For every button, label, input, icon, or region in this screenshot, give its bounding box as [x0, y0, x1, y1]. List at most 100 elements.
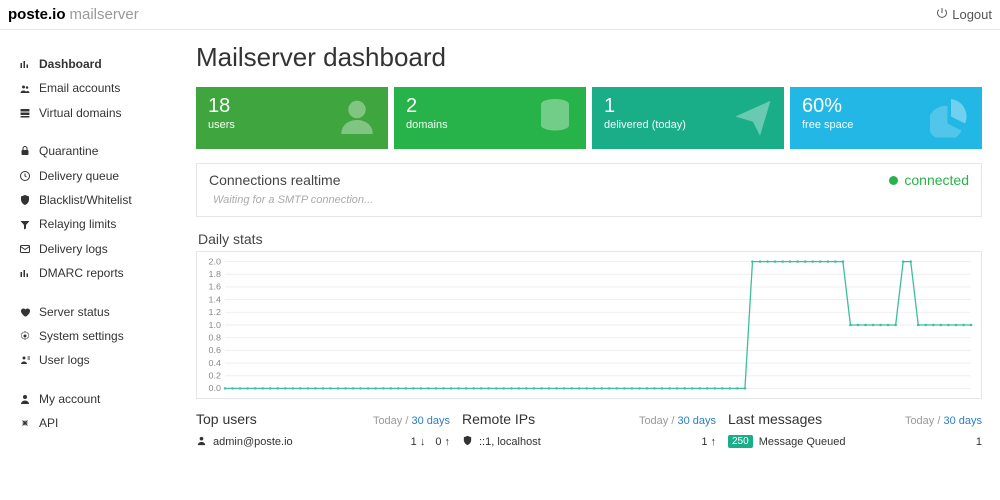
last-messages-30days-link[interactable]: 30 days [943, 415, 982, 427]
sidebar-item-label: Delivery queue [39, 169, 119, 183]
remote-ips-col: Remote IPs Today / 30 days ::1, localhos… [462, 411, 716, 449]
stat-tile-delivered-today-[interactable]: 1delivered (today) [592, 87, 784, 149]
sidebar-item-email-accounts[interactable]: Email accounts [0, 76, 190, 100]
bars-icon [18, 267, 31, 279]
last-messages-title: Last messages [728, 411, 822, 427]
brand-secondary: mailserver [70, 6, 139, 23]
svg-text:0.2: 0.2 [209, 371, 222, 381]
last-messages-col: Last messages Today / 30 days 250 Messag… [728, 411, 982, 449]
filter-icon [18, 219, 31, 231]
last-messages-range: Today / 30 days [905, 415, 982, 427]
brand-primary: poste.io [8, 6, 66, 23]
sidebar-item-label: Dashboard [39, 57, 102, 71]
envelope-icon [18, 243, 31, 255]
last-messages-text: Message Queued [759, 436, 846, 448]
tile-icon [336, 96, 378, 141]
users-icon [18, 83, 31, 95]
svg-text:1.6: 1.6 [209, 282, 222, 292]
bottom-columns: Top users Today / 30 days admin@poste.io… [196, 411, 982, 449]
sidebar-item-label: DMARC reports [39, 266, 124, 280]
svg-text:2.0: 2.0 [209, 257, 222, 267]
sidebar-item-label: Delivery logs [39, 242, 108, 256]
sidebar-item-label: Server status [39, 305, 110, 319]
svg-text:0.4: 0.4 [209, 358, 222, 368]
logout-link[interactable]: Logout [936, 7, 992, 22]
api-icon [18, 417, 31, 429]
top-users-title: Top users [196, 411, 257, 427]
arrow-up-icon: ↑ [711, 436, 717, 448]
bars-icon [18, 58, 31, 70]
logout-label: Logout [952, 7, 992, 22]
shield-icon [18, 194, 31, 206]
realtime-panel: Connections realtime connected Waiting f… [196, 163, 982, 217]
sidebar-item-label: Blacklist/Whitelist [39, 193, 132, 207]
sidebar: Dashboard Email accounts Virtual domains Qu… [0, 30, 190, 500]
sidebar-item-label: My account [39, 392, 100, 406]
stat-tiles: 18users2domains1delivered (today)60%free… [196, 87, 982, 149]
sidebar-item-quarantine[interactable]: Quarantine [0, 139, 190, 163]
svg-text:1.0: 1.0 [209, 320, 222, 330]
sidebar-item-label: User logs [39, 353, 90, 367]
stat-tile-domains[interactable]: 2domains [394, 87, 586, 149]
shield-icon [462, 435, 473, 449]
brand: poste.io mailserver [8, 6, 139, 23]
sidebar-item-virtual-domains[interactable]: Virtual domains [0, 101, 190, 125]
sidebar-item-server-status[interactable]: Server status [0, 300, 190, 324]
svg-text:1.8: 1.8 [209, 269, 222, 279]
server-icon [18, 107, 31, 119]
user-icon [18, 393, 31, 405]
top-users-col: Top users Today / 30 days admin@poste.io… [196, 411, 450, 449]
sidebar-item-system-settings[interactable]: System settings [0, 324, 190, 348]
svg-text:0.0: 0.0 [209, 383, 222, 393]
heart-icon [18, 306, 31, 318]
sidebar-item-blacklist-whitelist[interactable]: Blacklist/Whitelist [0, 188, 190, 212]
last-messages-row: 250 Message Queued 1 [728, 431, 982, 448]
power-icon [936, 7, 948, 22]
svg-text:1.4: 1.4 [209, 295, 222, 305]
topbar: poste.io mailserver Logout [0, 0, 1000, 30]
status-dot-icon [889, 176, 898, 185]
realtime-waiting: Waiting for a SMTP connection... [209, 188, 969, 208]
sidebar-item-dashboard[interactable]: Dashboard [0, 52, 190, 76]
sidebar-item-label: Virtual domains [39, 106, 122, 120]
realtime-status: connected [889, 172, 969, 188]
sidebar-item-label: System settings [39, 329, 124, 343]
top-users-30days-link[interactable]: 30 days [411, 415, 450, 427]
user-icon [196, 435, 207, 449]
page-title: Mailserver dashboard [196, 42, 982, 73]
stat-tile-free-space[interactable]: 60%free space [790, 87, 982, 149]
cog-icon [18, 330, 31, 342]
sidebar-item-my-account[interactable]: My account [0, 387, 190, 411]
sidebar-item-dmarc-reports[interactable]: DMARC reports [0, 261, 190, 285]
sidebar-item-label: API [39, 416, 58, 430]
realtime-status-label: connected [904, 172, 969, 188]
lock-icon [18, 145, 31, 157]
tile-icon [930, 96, 972, 141]
remote-ips-name: ::1, localhost [479, 436, 541, 448]
sidebar-item-user-logs[interactable]: User logs [0, 348, 190, 372]
sidebar-item-delivery-logs[interactable]: Delivery logs [0, 237, 190, 261]
stat-tile-users[interactable]: 18users [196, 87, 388, 149]
content: Mailserver dashboard 18users2domains1del… [190, 30, 1000, 500]
svg-text:0.6: 0.6 [209, 345, 222, 355]
remote-ips-range: Today / 30 days [639, 415, 716, 427]
top-users-row: admin@poste.io 1 ↓ 0 ↑ [196, 431, 450, 449]
remote-ips-title: Remote IPs [462, 411, 535, 427]
daily-chart: 0.0 0.2 0.4 0.6 0.8 1.0 1.2 1.4 1.6 1.8 2.0 [196, 251, 982, 399]
sidebar-item-api[interactable]: API [0, 411, 190, 435]
arrow-down-icon: ↓ [420, 436, 426, 448]
svg-text:0.8: 0.8 [209, 333, 222, 343]
top-users-range: Today / 30 days [373, 415, 450, 427]
userlog-icon [18, 354, 31, 366]
sidebar-item-relaying-limits[interactable]: Relaying limits [0, 212, 190, 236]
sidebar-item-delivery-queue[interactable]: Delivery queue [0, 164, 190, 188]
tile-icon [732, 96, 774, 141]
clock-icon [18, 170, 31, 182]
daily-title: Daily stats [196, 227, 982, 251]
remote-ips-30days-link[interactable]: 30 days [677, 415, 716, 427]
tile-icon [534, 96, 576, 141]
realtime-title: Connections realtime [209, 172, 341, 188]
svg-text:1.2: 1.2 [209, 307, 222, 317]
sidebar-item-label: Quarantine [39, 144, 98, 158]
status-code-badge: 250 [728, 435, 753, 448]
